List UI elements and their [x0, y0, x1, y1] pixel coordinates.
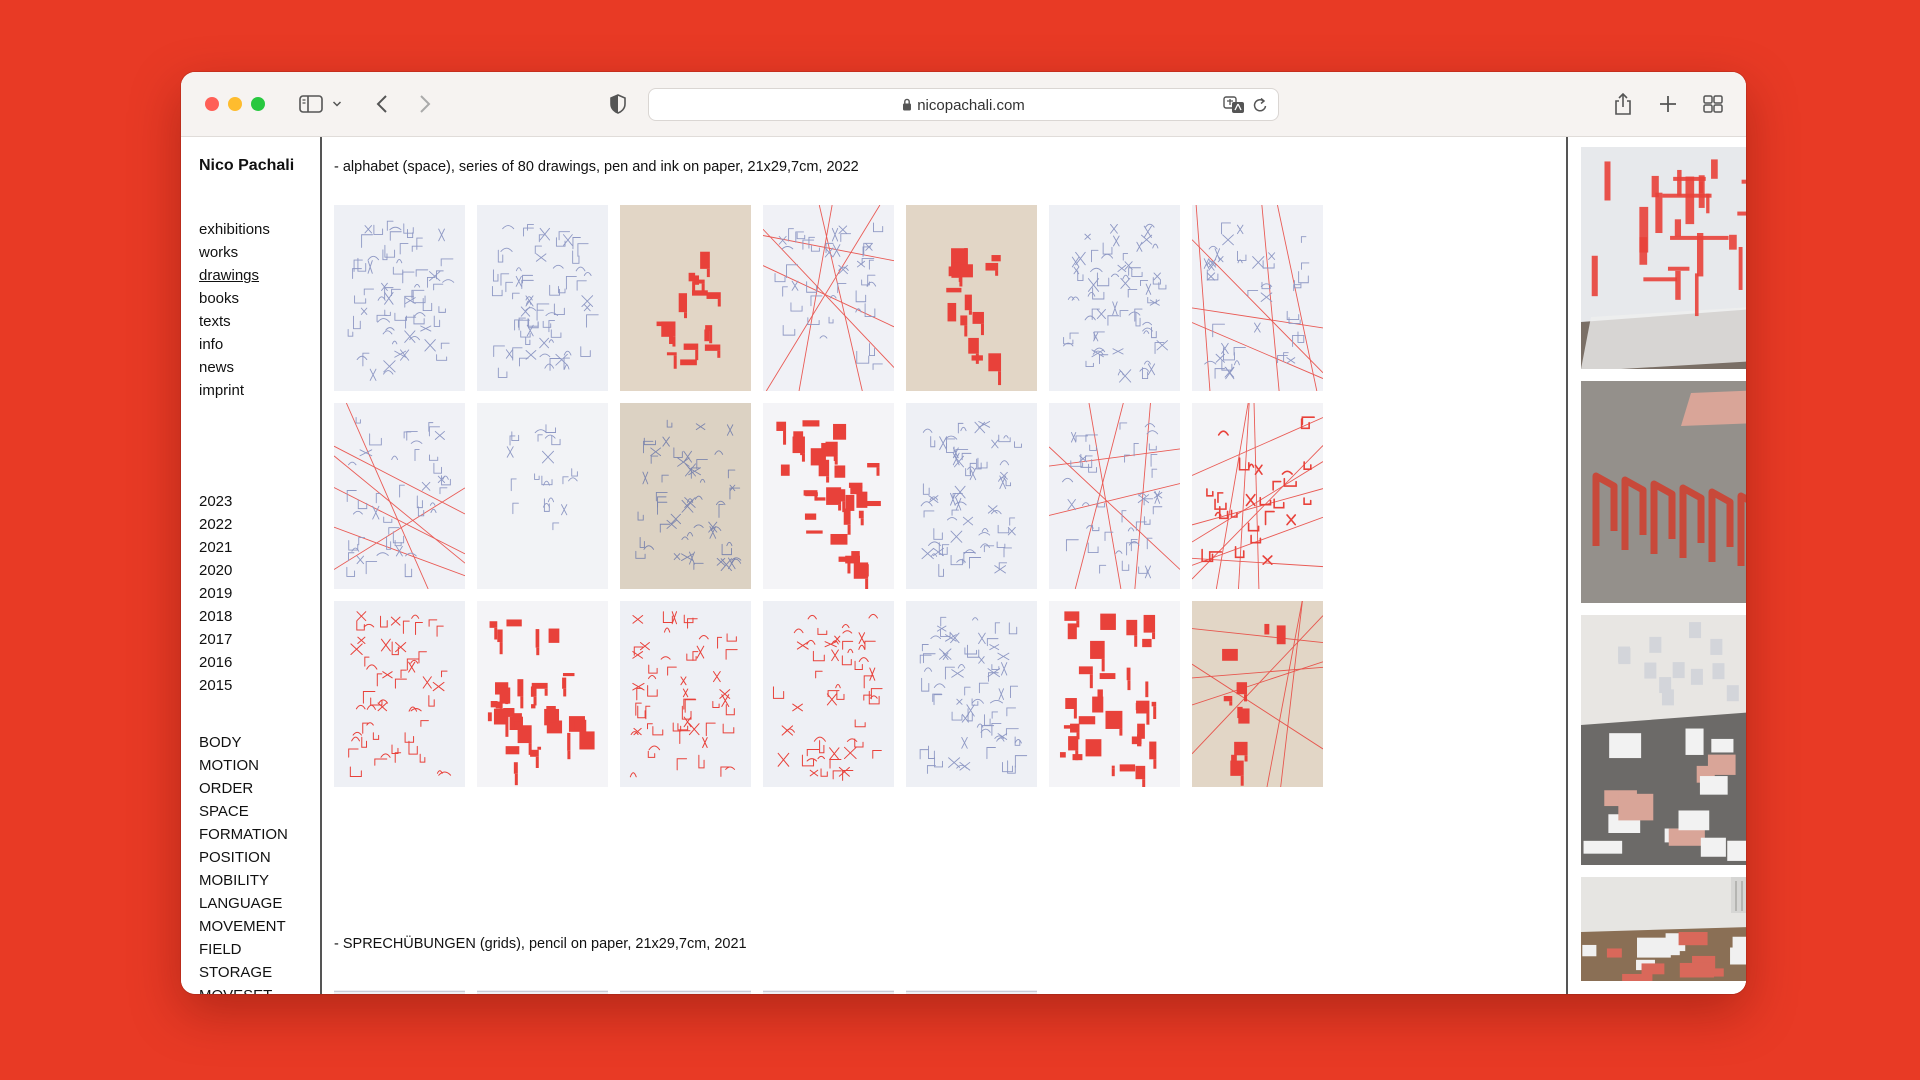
tab-overview-grid-icon[interactable]: [1702, 92, 1724, 116]
year-link-2017[interactable]: 2017: [199, 628, 232, 651]
year-link-2020[interactable]: 2020: [199, 559, 232, 582]
new-tab-plus-icon[interactable]: [1658, 92, 1678, 116]
zoom-window-button[interactable]: [251, 97, 265, 111]
lock-icon: [902, 98, 912, 115]
installation-photo-floor-papers-radiator[interactable]: [1581, 877, 1746, 981]
installation-photo-column: [1569, 137, 1746, 994]
drawing-grid: [334, 990, 1037, 994]
topic-navigation: BODY MOTION ORDER SPACE FORMATION POSITION MOB…: [199, 731, 295, 994]
section-caption: - SPRECHÜBUNGEN (grids), pencil on paper…: [334, 936, 747, 952]
year-link-2016[interactable]: 2016: [199, 651, 232, 674]
url-text: nicopachali.com: [917, 97, 1025, 114]
minimize-window-button[interactable]: [228, 97, 242, 111]
topic-link-position[interactable]: POSITION: [199, 846, 295, 869]
topic-link-moveset[interactable]: MOVESET: [199, 984, 295, 994]
drawing-thumbnail[interactable]: [906, 601, 1037, 787]
nav-item-news[interactable]: news: [199, 356, 270, 379]
topic-link-mobility[interactable]: MOBILITY: [199, 869, 295, 892]
year-link-2023[interactable]: 2023: [199, 490, 232, 513]
drawing-thumbnail[interactable]: [334, 601, 465, 787]
nav-item-exhibitions[interactable]: exhibitions: [199, 218, 270, 241]
installation-photo-floor-red-letters[interactable]: [1581, 381, 1746, 603]
drawing-thumbnail[interactable]: [763, 205, 894, 391]
topic-link-order[interactable]: ORDER: [199, 777, 295, 800]
site-sidebar: Nico Pachali exhibitions works drawings boo…: [181, 137, 320, 994]
topic-link-formation[interactable]: FORMATION: [199, 823, 295, 846]
drawing-thumbnail[interactable]: [477, 403, 608, 589]
drawing-thumbnail[interactable]: [763, 990, 894, 994]
address-bar[interactable]: nicopachali.com: [648, 88, 1279, 121]
year-link-2022[interactable]: 2022: [199, 513, 232, 536]
share-icon[interactable]: [1613, 92, 1633, 116]
back-arrow-icon[interactable]: [374, 92, 390, 116]
nav-item-drawings[interactable]: drawings: [199, 264, 270, 287]
drawing-thumbnail[interactable]: [906, 205, 1037, 391]
topic-link-language[interactable]: LANGUAGE: [199, 892, 295, 915]
topic-link-movement[interactable]: MOVEMENT: [199, 915, 295, 938]
topic-link-space[interactable]: SPACE: [199, 800, 295, 823]
drawing-thumbnail[interactable]: [1049, 205, 1180, 391]
drawing-thumbnail[interactable]: [1049, 403, 1180, 589]
installation-photo-room-red-wall-drawings[interactable]: [1581, 147, 1746, 369]
drawing-thumbnail[interactable]: [334, 990, 465, 994]
drawing-thumbnail[interactable]: [763, 601, 894, 787]
drawing-thumbnail[interactable]: [334, 205, 465, 391]
drawing-thumbnail[interactable]: [620, 990, 751, 994]
chevron-down-icon[interactable]: [331, 92, 343, 116]
topic-link-body[interactable]: BODY: [199, 731, 295, 754]
drawing-thumbnail[interactable]: [1192, 403, 1323, 589]
page-content: Nico Pachali exhibitions works drawings boo…: [181, 137, 1746, 994]
forward-arrow-icon[interactable]: [417, 92, 433, 116]
topic-link-field[interactable]: FIELD: [199, 938, 295, 961]
drawing-thumbnail[interactable]: [763, 403, 894, 589]
year-link-2021[interactable]: 2021: [199, 536, 232, 559]
drawing-thumbnail[interactable]: [620, 601, 751, 787]
drawing-thumbnail[interactable]: [620, 403, 751, 589]
drawing-thumbnail[interactable]: [1049, 601, 1180, 787]
browser-toolbar: nicopachali.com: [181, 72, 1746, 137]
privacy-shield-icon[interactable]: [608, 92, 628, 116]
drawing-grid: [334, 205, 1323, 787]
close-window-button[interactable]: [205, 97, 219, 111]
nav-item-imprint[interactable]: imprint: [199, 379, 270, 402]
topic-link-storage[interactable]: STORAGE: [199, 961, 295, 984]
nav-item-books[interactable]: books: [199, 287, 270, 310]
site-title[interactable]: Nico Pachali: [199, 157, 294, 175]
drawings-main: - alphabet (space), series of 80 drawing…: [322, 137, 1566, 994]
drawing-thumbnail[interactable]: [1192, 601, 1323, 787]
drawing-thumbnail[interactable]: [477, 601, 608, 787]
nav-item-works[interactable]: works: [199, 241, 270, 264]
panel-divider: [1566, 137, 1568, 994]
year-link-2015[interactable]: 2015: [199, 674, 232, 697]
drawing-thumbnail[interactable]: [906, 990, 1037, 994]
drawing-thumbnail[interactable]: [906, 403, 1037, 589]
year-link-2019[interactable]: 2019: [199, 582, 232, 605]
topic-link-motion[interactable]: MOTION: [199, 754, 295, 777]
drawing-thumbnail[interactable]: [477, 205, 608, 391]
browser-window: nicopachali.com Nico Pachali exhibitions…: [181, 72, 1746, 994]
drawing-thumbnail[interactable]: [334, 403, 465, 589]
sidebar-toggle-icon[interactable]: [298, 92, 324, 116]
drawing-thumbnail[interactable]: [1192, 205, 1323, 391]
main-navigation: exhibitions works drawings books texts info ne…: [199, 218, 270, 402]
translate-icon[interactable]: [1223, 96, 1245, 119]
reload-icon[interactable]: [1253, 97, 1268, 118]
nav-item-info[interactable]: info: [199, 333, 270, 356]
nav-item-texts[interactable]: texts: [199, 310, 270, 333]
installation-photo-floor-papers-window[interactable]: [1581, 615, 1746, 865]
drawing-thumbnail[interactable]: [477, 990, 608, 994]
drawing-thumbnail[interactable]: [620, 205, 751, 391]
year-link-2018[interactable]: 2018: [199, 605, 232, 628]
year-navigation: 2023 2022 2021 2020 2019 2018 2017 2016 2015: [199, 490, 232, 697]
section-caption: - alphabet (space), series of 80 drawing…: [334, 159, 859, 175]
